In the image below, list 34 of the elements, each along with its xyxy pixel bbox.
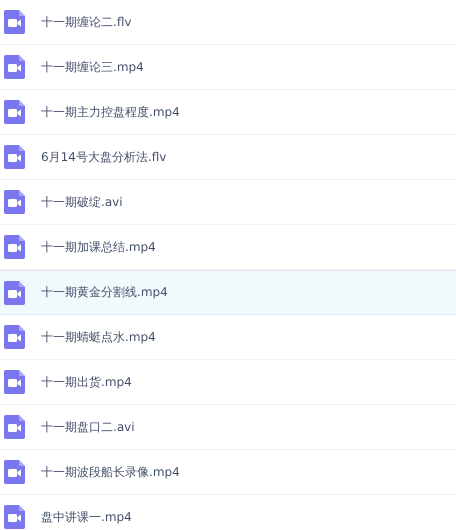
file-name: 十一期盘口二.avi bbox=[41, 418, 135, 436]
file-name: 十一期破绽.avi bbox=[41, 194, 123, 210]
file-row[interactable]: 盘中讲课一.mp4 bbox=[0, 495, 456, 530]
file-row[interactable]: 十一期蜻蜓点水.mp4 bbox=[0, 315, 456, 360]
video-file-icon bbox=[4, 10, 25, 34]
file-name: 十一期缠论三.mp4 bbox=[41, 58, 144, 76]
file-name: 6月14号大盘分析法.flv bbox=[41, 148, 166, 166]
file-name: 十一期缠论二.flv bbox=[41, 14, 132, 30]
video-file-icon bbox=[4, 325, 25, 349]
file-name: 十一期出货.mp4 bbox=[41, 374, 132, 390]
file-name: 十一期蜻蜓点水.mp4 bbox=[41, 328, 156, 346]
video-file-icon bbox=[4, 100, 25, 124]
file-name: 十一期黄金分割线.mp4 bbox=[41, 284, 168, 301]
video-file-icon bbox=[4, 190, 25, 214]
file-name: 盘中讲课一.mp4 bbox=[41, 508, 132, 526]
file-row[interactable]: 十一期缠论二.flv bbox=[0, 0, 456, 45]
file-name: 十一期主力控盘程度.mp4 bbox=[41, 104, 180, 120]
file-row[interactable]: 十一期破绽.avi bbox=[0, 180, 456, 225]
video-file-icon bbox=[4, 415, 25, 439]
video-file-icon bbox=[4, 460, 25, 484]
file-row[interactable]: 十一期黄金分割线.mp4 bbox=[0, 270, 456, 315]
video-file-icon bbox=[4, 55, 25, 79]
video-file-icon bbox=[4, 145, 25, 169]
video-file-icon bbox=[4, 280, 25, 304]
file-name: 十一期加课总结.mp4 bbox=[41, 238, 156, 256]
file-row[interactable]: 十一期盘口二.avi bbox=[0, 405, 456, 450]
file-row[interactable]: 十一期主力控盘程度.mp4 bbox=[0, 90, 456, 135]
video-file-icon bbox=[4, 235, 25, 259]
file-row[interactable]: 十一期出货.mp4 bbox=[0, 360, 456, 405]
file-name: 十一期波段船长录像.mp4 bbox=[41, 464, 180, 480]
file-row[interactable]: 十一期缠论三.mp4 bbox=[0, 45, 456, 90]
file-row[interactable]: 十一期波段船长录像.mp4 bbox=[0, 450, 456, 495]
file-row[interactable]: 6月14号大盘分析法.flv bbox=[0, 135, 456, 180]
video-file-icon bbox=[4, 370, 25, 394]
